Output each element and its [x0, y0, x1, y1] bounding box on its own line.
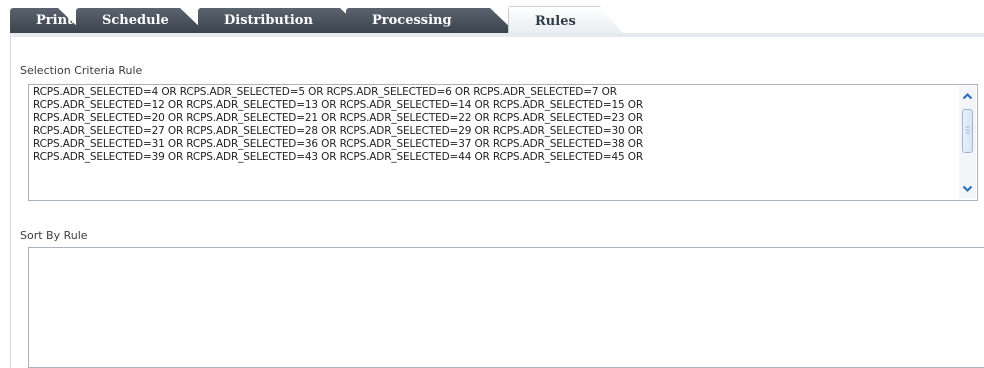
tab-distribution-label: Distribution	[224, 13, 313, 28]
rule-line: RCPS.ADR_SELECTED=39 OR RCPS.ADR_SELECTE…	[33, 151, 643, 163]
sort-by-rule-label: Sort By Rule	[20, 229, 88, 242]
rule-line: RCPS.ADR_SELECTED=27 OR RCPS.ADR_SELECTE…	[33, 125, 643, 137]
tab-schedule[interactable]: Schedule	[76, 8, 206, 33]
selection-criteria-text: RCPS.ADR_SELECTED=4 OR RCPS.ADR_SELECTED…	[33, 86, 953, 200]
tab-distribution[interactable]: Distribution	[198, 8, 366, 33]
rule-line: RCPS.ADR_SELECTED=31 OR RCPS.ADR_SELECTE…	[33, 138, 643, 150]
selection-criteria-label: Selection Criteria Rule	[20, 64, 143, 77]
tab-schedule-label: Schedule	[102, 13, 169, 28]
chevron-up-icon[interactable]	[960, 89, 975, 104]
chevron-down-icon[interactable]	[960, 181, 975, 196]
rule-line: RCPS.ADR_SELECTED=4 OR RCPS.ADR_SELECTED…	[33, 86, 617, 98]
selection-criteria-textarea[interactable]: RCPS.ADR_SELECTED=4 OR RCPS.ADR_SELECTED…	[28, 84, 978, 201]
tab-processing-label: Processing	[372, 13, 452, 28]
rule-line: RCPS.ADR_SELECTED=20 OR RCPS.ADR_SELECTE…	[33, 112, 643, 124]
rule-line: RCPS.ADR_SELECTED=12 OR RCPS.ADR_SELECTE…	[33, 99, 643, 111]
sort-by-rule-textarea[interactable]	[28, 247, 984, 368]
tab-rules-label: Rules	[535, 14, 576, 29]
scroll-thumb[interactable]	[962, 109, 973, 153]
tab-print-label: Print	[36, 13, 74, 28]
tab-bar: Print Schedule Distribution Processing R…	[0, 0, 984, 37]
vertical-scrollbar[interactable]	[959, 86, 976, 199]
tab-print[interactable]: Print	[10, 8, 84, 33]
tab-processing[interactable]: Processing	[346, 8, 516, 33]
